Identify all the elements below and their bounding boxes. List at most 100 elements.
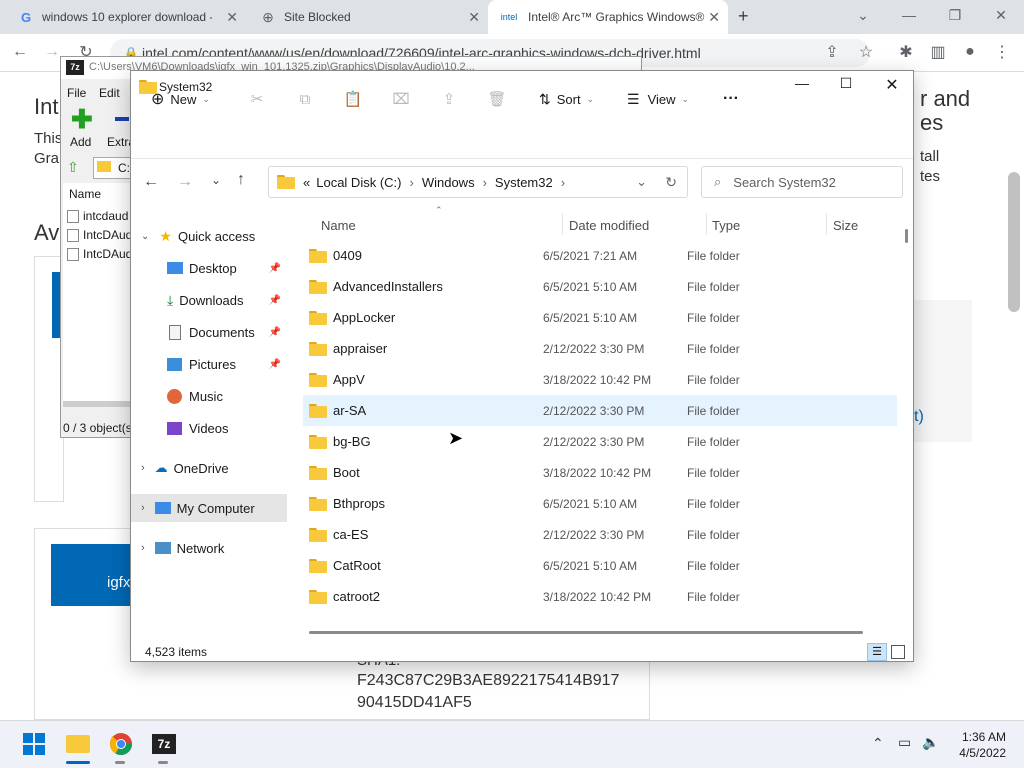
- file-row[interactable]: intcdaud: [67, 209, 128, 223]
- column-header-size[interactable]: Size: [833, 214, 858, 236]
- breadcrumb-overflow[interactable]: «: [303, 175, 310, 190]
- side-panel-icon[interactable]: ▥: [926, 40, 950, 64]
- menu-edit[interactable]: Edit: [99, 86, 120, 100]
- add-button-label[interactable]: Add: [70, 135, 91, 149]
- column-header-type[interactable]: Type: [712, 214, 740, 236]
- file-row[interactable]: AppV 3/18/2022 10:42 PM File folder: [303, 364, 897, 395]
- clock-time[interactable]: 1:36 AM: [952, 730, 1006, 744]
- file-row[interactable]: Boot 3/18/2022 10:42 PM File folder: [303, 457, 897, 488]
- bookmark-star-icon[interactable]: ☆: [854, 40, 878, 64]
- file-row[interactable]: CatRoot 6/5/2021 5:10 AM File folder: [303, 550, 897, 581]
- column-header-date[interactable]: Date modified: [569, 214, 649, 236]
- nav-downloads[interactable]: ⤓ Downloads 📌: [131, 286, 287, 314]
- close-icon[interactable]: ✕: [468, 9, 480, 26]
- nav-music[interactable]: Music: [131, 382, 287, 410]
- chrome-icon[interactable]: [107, 730, 135, 758]
- close-icon[interactable]: ✕: [708, 9, 720, 26]
- tab-site-blocked[interactable]: ⊕ Site Blocked ✕: [250, 0, 488, 34]
- search-box[interactable]: ⌕ Search System32: [701, 166, 903, 198]
- details-view-icon[interactable]: ☰: [867, 643, 887, 661]
- tab-search-icon[interactable]: ⌄: [840, 0, 886, 30]
- file-row[interactable]: AppLocker 6/5/2021 5:10 AM File folder: [303, 302, 897, 333]
- minimize-icon[interactable]: —: [787, 75, 817, 99]
- horizontal-scrollbar[interactable]: [63, 401, 131, 407]
- cut-icon[interactable]: ✂: [247, 89, 267, 109]
- nav-network[interactable]: › Network: [131, 534, 287, 562]
- folder-up-icon[interactable]: ⇧: [67, 159, 79, 176]
- sort-button[interactable]: ⇅ Sort ⌄: [539, 85, 594, 113]
- breadcrumb-local-disk[interactable]: Local Disk (C:): [316, 175, 401, 190]
- address-dropdown-icon[interactable]: ⌄: [636, 174, 647, 190]
- back-icon[interactable]: ←: [143, 173, 159, 191]
- file-row[interactable]: ca-ES 2/12/2022 3:30 PM File folder: [303, 519, 897, 550]
- menu-file[interactable]: File: [67, 86, 86, 100]
- close-icon[interactable]: ✕: [226, 9, 238, 26]
- file-row[interactable]: IntcDAud: [67, 228, 132, 242]
- file-row[interactable]: Bthprops 6/5/2021 5:10 AM File folder: [303, 488, 897, 519]
- nav-documents[interactable]: Documents 📌: [131, 318, 287, 346]
- file-row[interactable]: ar-SA 2/12/2022 3:30 PM File folder: [303, 395, 897, 426]
- column-header-name[interactable]: Name: [321, 214, 356, 236]
- copy-icon[interactable]: ⧉: [295, 89, 315, 109]
- download-button[interactable]: igfx: [51, 544, 131, 606]
- nav-quick-access[interactable]: ⌄ ★ Quick access: [131, 222, 287, 250]
- column-divider[interactable]: [826, 213, 827, 235]
- volume-icon[interactable]: 🔈: [922, 734, 939, 751]
- extensions-icon[interactable]: ✱: [894, 40, 918, 64]
- breadcrumb-windows[interactable]: Windows: [422, 175, 475, 190]
- file-row[interactable]: IntcDAud: [67, 247, 132, 261]
- page-scrollbar-thumb[interactable]: [1008, 172, 1020, 312]
- start-windows-icon[interactable]: [20, 730, 48, 758]
- maximize-icon[interactable]: ☐: [831, 75, 861, 99]
- profile-avatar-icon[interactable]: ●: [958, 40, 982, 64]
- show-hidden-icons-chevron-icon[interactable]: ⌃: [872, 735, 884, 752]
- tab-intel-arc[interactable]: intel Intel® Arc™ Graphics Windows® ✕: [488, 0, 728, 34]
- nav-pictures[interactable]: Pictures 📌: [131, 350, 287, 378]
- tab-google-search[interactable]: G windows 10 explorer download - ✕: [8, 0, 246, 34]
- nav-desktop[interactable]: Desktop 📌: [131, 254, 287, 282]
- new-button[interactable]: ⊕ New ⌄: [151, 85, 210, 113]
- paste-icon[interactable]: 📋: [343, 89, 363, 109]
- column-divider[interactable]: [706, 213, 707, 235]
- delete-icon[interactable]: 🗑: [487, 89, 507, 109]
- browser-menu-icon[interactable]: ⋮: [990, 40, 1014, 64]
- close-icon[interactable]: ✕: [877, 75, 907, 99]
- restore-icon[interactable]: ❐: [932, 0, 978, 30]
- horizontal-scrollbar-thumb[interactable]: [309, 631, 863, 634]
- vertical-scrollbar-thumb[interactable]: [905, 229, 908, 243]
- share-icon[interactable]: ⇪: [439, 89, 459, 109]
- nav-videos[interactable]: Videos: [131, 414, 287, 442]
- more-options-button[interactable]: ···: [723, 85, 739, 113]
- add-plus-icon[interactable]: ✚: [71, 106, 93, 132]
- share-icon[interactable]: ⇪: [820, 40, 844, 64]
- file-row[interactable]: AdvancedInstallers 6/5/2021 5:10 AM File f…: [303, 271, 897, 302]
- minimize-icon[interactable]: —: [886, 0, 932, 30]
- column-header-name[interactable]: Name: [69, 187, 101, 201]
- file-explorer-taskbar-icon[interactable]: [64, 730, 92, 758]
- file-date: 3/18/2022 10:42 PM: [543, 465, 652, 480]
- new-tab-button[interactable]: +: [738, 6, 760, 28]
- forward-icon[interactable]: →: [177, 173, 193, 191]
- address-bar[interactable]: « Local Disk (C:) › Windows › System32 ›…: [268, 166, 688, 198]
- large-icons-view-icon[interactable]: [891, 645, 905, 659]
- refresh-icon[interactable]: ↻: [665, 174, 677, 191]
- nav-onedrive[interactable]: › ☁ OneDrive: [131, 454, 287, 482]
- recent-locations-icon[interactable]: ⌄: [211, 173, 221, 187]
- file-row[interactable]: bg-BG 2/12/2022 3:30 PM File folder: [303, 426, 897, 457]
- close-window-icon[interactable]: ✕: [978, 0, 1024, 30]
- nav-my-computer[interactable]: › My Computer: [131, 494, 287, 522]
- clock-date[interactable]: 4/5/2022: [950, 746, 1006, 760]
- view-button[interactable]: ☰ View ⌄: [627, 85, 689, 113]
- network-status-icon[interactable]: ▭: [898, 734, 911, 751]
- file-row[interactable]: catroot2 3/18/2022 10:42 PM File folder: [303, 581, 897, 612]
- extract-icon[interactable]: [115, 117, 129, 121]
- column-divider[interactable]: [562, 213, 563, 235]
- file-row[interactable]: appraiser 2/12/2022 3:30 PM File folder: [303, 333, 897, 364]
- breadcrumb-system32[interactable]: System32: [495, 175, 553, 190]
- back-icon[interactable]: ←: [8, 40, 32, 64]
- file-row[interactable]: 0409 6/5/2021 7:21 AM File folder: [303, 240, 897, 271]
- rename-icon[interactable]: ⌧: [391, 89, 411, 109]
- sevenzip-taskbar-icon[interactable]: 7z: [150, 730, 178, 758]
- sidebar-link[interactable]: t): [914, 408, 924, 426]
- up-icon[interactable]: ↑: [237, 171, 245, 189]
